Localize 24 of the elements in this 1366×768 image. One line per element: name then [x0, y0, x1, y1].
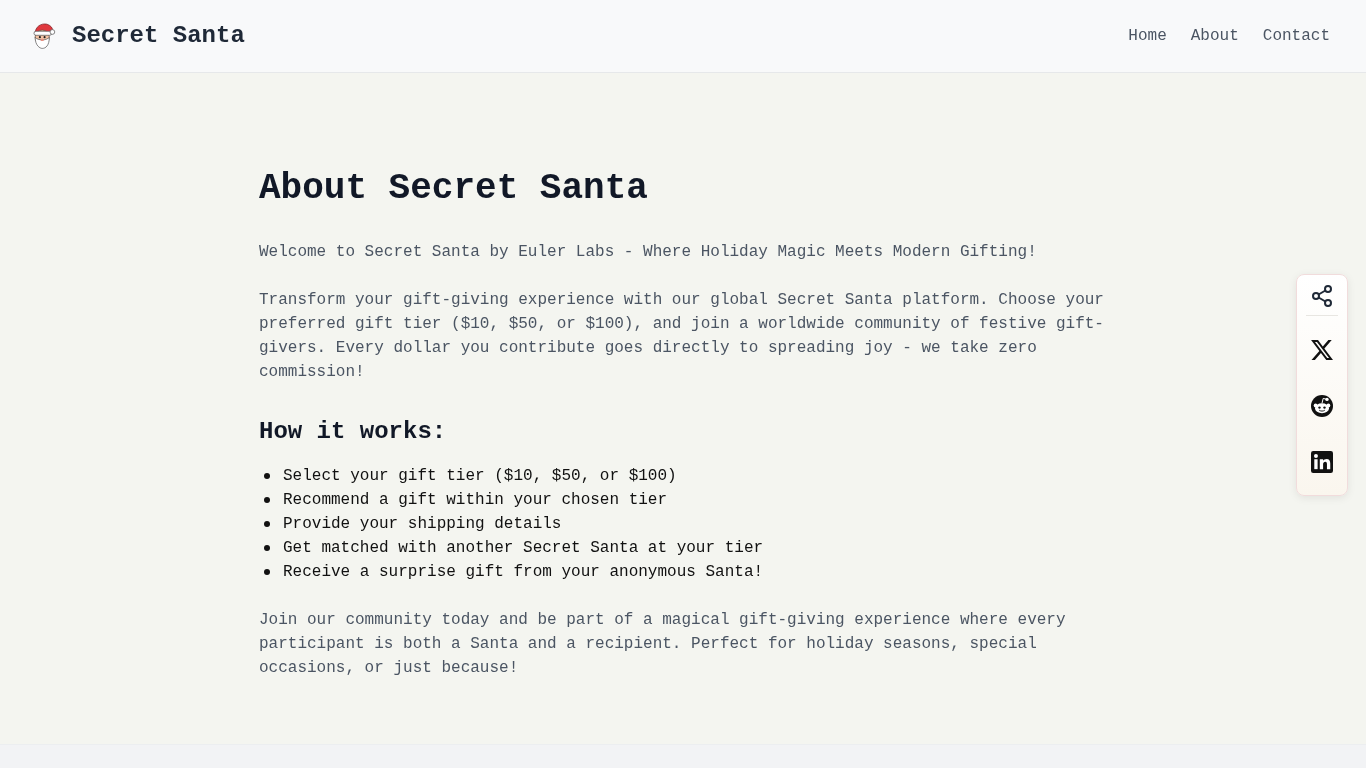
- paragraph: Welcome to Secret Santa by Euler Labs - Where Holiday Magic Meets Modern Gifting!: [259, 242, 1038, 263]
- x-logo-icon: [1311, 339, 1333, 361]
- page-heading: About Secret Santa: [259, 169, 649, 209]
- santa-icon: [32, 23, 56, 49]
- bullet-icon: [264, 473, 270, 479]
- bullet-icon: [264, 521, 270, 527]
- paragraph: Transform your gift-giving experience with our global Secret Santa platform. Choose your preferred gift tier ($10, $50, or $100), and join a worldwide community of festive gift-givers. Every dollar you contribute goes directly to spreading joy - we take zero commission!: [259, 290, 1105, 383]
- section-heading: How it works:: [259, 417, 448, 447]
- list-item-text: Select your gift tier ($10, $50, or $100): [283, 466, 677, 487]
- bullet-icon: [264, 497, 270, 503]
- list-item-text: Recommend a gift within your chosen tier: [283, 490, 668, 511]
- paragraph: Join our community today and be part of a magical gift-giving experience where every participant is both a Santa and a recipient. Perfect for holiday seasons, special occasions, or just because!: [259, 610, 1067, 679]
- linkedin-icon: [1311, 451, 1333, 473]
- bullet-icon: [264, 569, 270, 575]
- list-item-text: Get matched with another Secret Santa at your tier: [283, 538, 764, 559]
- share-icon: [1311, 285, 1333, 307]
- site-title-link[interactable]: Secret Santa: [72, 20, 245, 52]
- nav-link[interactable]: Home: [1128, 24, 1167, 48]
- nav-link[interactable]: About: [1190, 24, 1239, 48]
- bullet-icon: [264, 545, 270, 551]
- list-item-text: Receive a surprise gift from your anonymous Santa!: [283, 562, 764, 583]
- list-item-text: Provide your shipping details: [283, 514, 562, 535]
- reddit-icon: [1311, 395, 1333, 417]
- nav-link[interactable]: Contact: [1262, 24, 1330, 48]
